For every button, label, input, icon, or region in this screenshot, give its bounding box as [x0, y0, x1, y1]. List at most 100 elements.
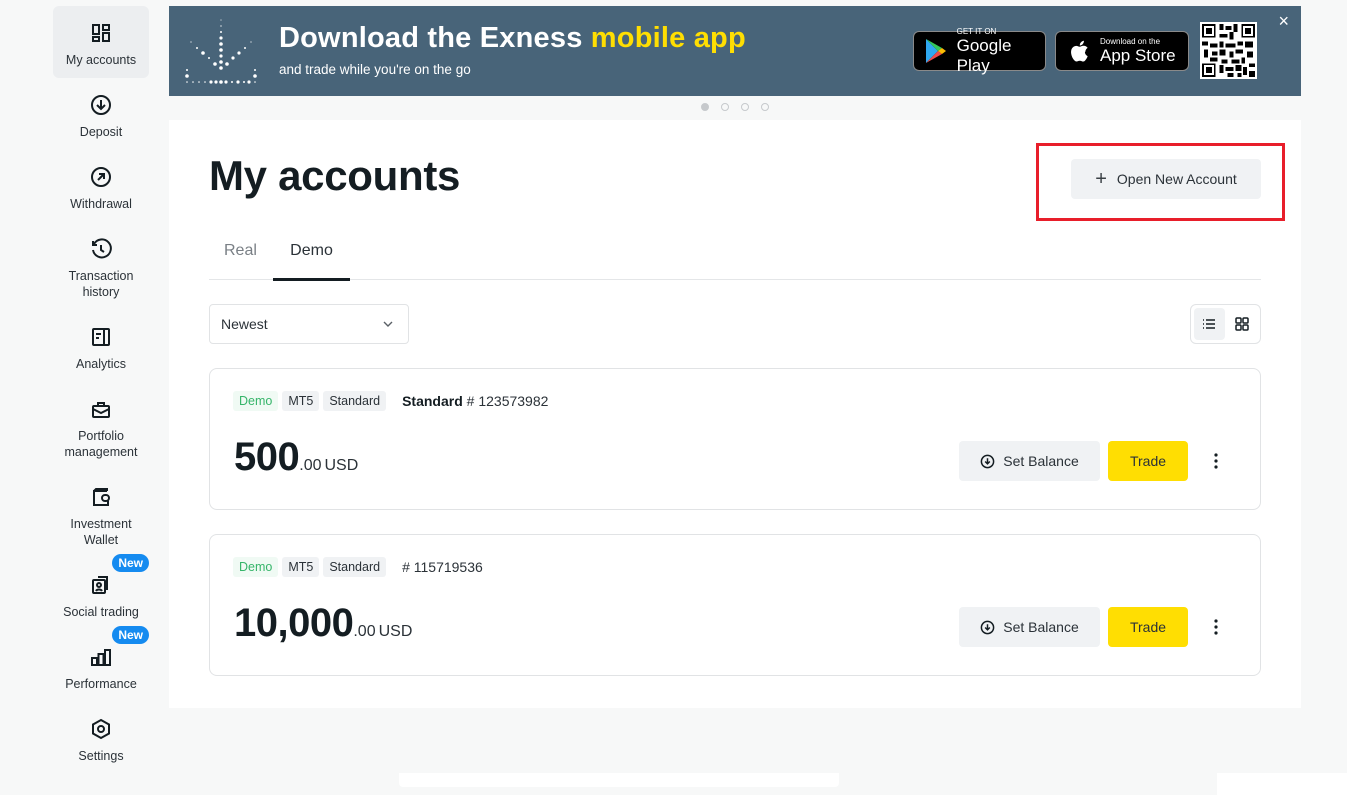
account-type-chip: Demo: [233, 557, 279, 577]
new-badge: New: [112, 554, 149, 572]
open-new-account-button[interactable]: + Open New Account: [1071, 159, 1261, 199]
account-card: Demo MT5 Standard Standard # 123573982 5…: [209, 368, 1261, 510]
sidebar-item-label: Performance: [65, 677, 137, 691]
sidebar-item-label: Transaction history: [68, 269, 134, 299]
sidebar-item-label: Withdrawal: [70, 197, 132, 211]
account-class-chip: Standard: [323, 391, 387, 411]
account-type-chip: Demo: [233, 391, 279, 411]
google-play-big-text: Google Play: [956, 35, 1012, 75]
chevron-down-icon: [383, 321, 393, 327]
carousel-dot[interactable]: [701, 103, 709, 111]
plus-icon: +: [1095, 168, 1107, 190]
sidebar-item-investment-wallet[interactable]: Investment Wallet: [53, 470, 149, 558]
footer-panel-edge: [399, 773, 839, 787]
sidebar-item-label: Deposit: [79, 125, 123, 139]
kebab-menu-icon: [1214, 619, 1218, 635]
account-balance: 500 .00 USD: [234, 435, 358, 480]
app-store-big-text: App Store: [1100, 45, 1176, 65]
account-type-tabs: Real Demo: [209, 230, 1261, 281]
sort-selected-value: Newest: [221, 316, 268, 332]
carousel-dot[interactable]: [741, 103, 749, 111]
footer-panel-edge: [1217, 773, 1347, 795]
sidebar-item-my-accounts[interactable]: My accounts: [53, 6, 149, 78]
sidebar-item-social-trading[interactable]: New Social trading: [53, 554, 149, 630]
sidebar-item-performance[interactable]: New Performance: [53, 626, 149, 702]
sidebar-item-settings[interactable]: Settings: [53, 702, 149, 774]
sidebar-item-label: Social trading: [63, 605, 139, 619]
banner-title-highlight: mobile app: [590, 22, 746, 54]
google-play-icon: [922, 36, 951, 66]
sidebar: My accounts Deposit Withdrawal Transacti…: [53, 6, 149, 774]
document-analytics-icon: [90, 326, 112, 348]
banner-title-text: Download the Exness: [279, 22, 591, 54]
arrow-down-circle-icon: [980, 454, 995, 468]
account-chips: Demo MT5 Standard Standard # 123573982: [233, 391, 548, 411]
banner-title: Download the Exness mobile app: [279, 22, 746, 55]
more-options-button[interactable]: [1206, 449, 1226, 473]
view-mode-toggle: [1190, 304, 1261, 344]
tab-demo[interactable]: Demo: [273, 242, 350, 281]
set-balance-label: Set Balance: [1003, 453, 1079, 469]
grid-icon: [1235, 317, 1249, 331]
balance-decimal: .00: [353, 623, 376, 640]
page-title: My accounts: [209, 152, 461, 199]
arrow-down-circle-icon: [90, 94, 112, 116]
set-balance-button[interactable]: Set Balance: [959, 607, 1100, 647]
trade-button[interactable]: Trade: [1108, 441, 1188, 481]
carousel-dots: [701, 103, 769, 111]
sidebar-item-deposit[interactable]: Deposit: [53, 78, 149, 150]
more-options-button[interactable]: [1206, 615, 1226, 639]
balance-integer: 10,000: [234, 601, 354, 645]
briefcase-icon: [90, 398, 112, 420]
promo-banner[interactable]: Download the Exness mobile app and trade…: [169, 6, 1301, 96]
sidebar-item-label: Investment Wallet: [70, 517, 132, 547]
list-icon: [1203, 319, 1216, 329]
dashboard-grid-icon: [90, 22, 112, 44]
sort-dropdown[interactable]: Newest: [209, 304, 409, 344]
social-trading-icon: [90, 574, 112, 596]
app-store-button[interactable]: Download on the App Store: [1055, 31, 1189, 71]
platform-chip: MT5: [282, 557, 320, 577]
trade-button[interactable]: Trade: [1108, 607, 1188, 647]
balance-currency: USD: [378, 623, 413, 640]
account-card: Demo MT5 Standard # 115719536 10,000 .00…: [209, 534, 1261, 676]
account-class-chip: Standard: [323, 557, 387, 577]
tab-real[interactable]: Real: [224, 242, 257, 280]
account-number: # 123573982: [466, 393, 549, 409]
sidebar-item-label: Portfolio management: [64, 429, 138, 459]
carousel-dot[interactable]: [721, 103, 729, 111]
apple-icon: [1064, 36, 1094, 66]
sidebar-item-portfolio-management[interactable]: Portfolio management: [53, 382, 149, 470]
new-badge: New: [112, 626, 149, 644]
kebab-menu-icon: [1214, 453, 1218, 469]
account-name: Standard # 123573982: [402, 393, 548, 409]
sidebar-item-label: Analytics: [75, 357, 127, 371]
google-play-button[interactable]: GET IT ON Google Play: [913, 27, 1046, 75]
grid-view-button[interactable]: [1227, 308, 1258, 340]
history-icon: [90, 238, 112, 260]
arrow-down-circle-icon: [980, 620, 995, 634]
sidebar-item-transaction-history[interactable]: Transaction history: [53, 222, 149, 310]
list-view-button[interactable]: [1194, 308, 1225, 340]
download-arrow-graphic-icon: [183, 14, 259, 90]
sidebar-item-withdrawal[interactable]: Withdrawal: [53, 150, 149, 222]
account-number: # 115719536: [402, 559, 483, 575]
google-play-small-text: GET IT ON: [956, 26, 997, 36]
sidebar-item-label: Settings: [78, 749, 124, 763]
qr-code: [1200, 22, 1257, 79]
app-store-small-text: Download on the: [1100, 36, 1161, 46]
account-name: # 115719536: [402, 559, 483, 575]
bar-chart-icon: [90, 646, 112, 668]
balance-integer: 500: [234, 435, 300, 479]
wallet-icon: [90, 486, 112, 508]
settings-hexagon-icon: [90, 718, 112, 740]
account-chips: Demo MT5 Standard # 115719536: [233, 557, 483, 577]
arrow-up-right-circle-icon: [90, 166, 112, 188]
set-balance-button[interactable]: Set Balance: [959, 441, 1100, 481]
sidebar-item-label: My accounts: [65, 53, 137, 67]
sidebar-item-analytics[interactable]: Analytics: [53, 310, 149, 382]
carousel-dot[interactable]: [761, 103, 769, 111]
accounts-panel: My accounts + Open New Account Real Demo…: [169, 120, 1301, 708]
banner-subtitle: and trade while you're on the go: [279, 62, 471, 77]
close-banner-button[interactable]: ×: [1278, 12, 1289, 30]
